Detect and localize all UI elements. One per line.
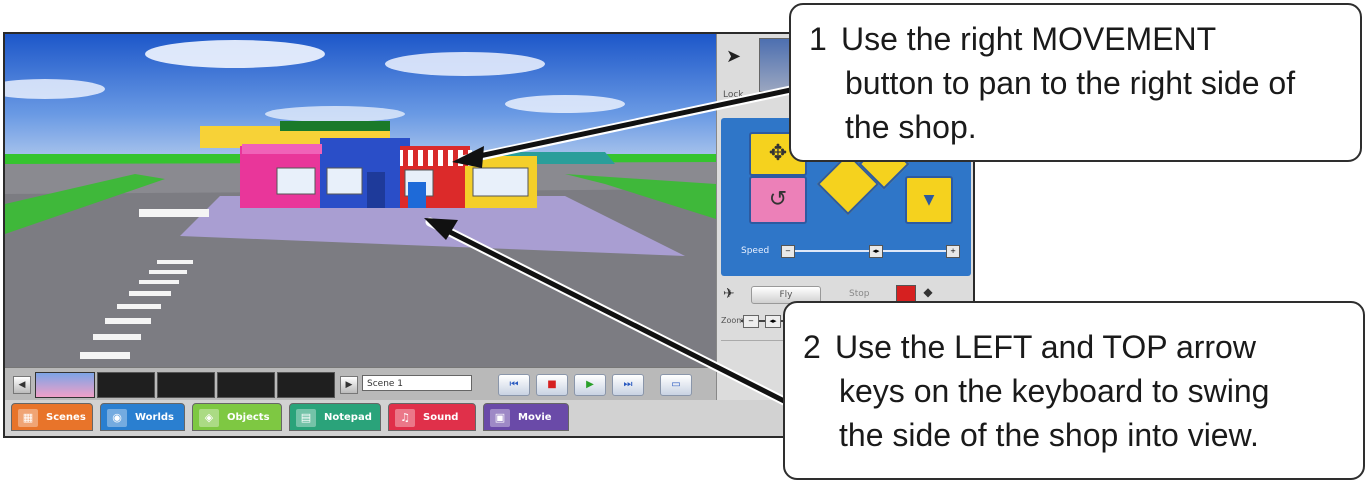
scene-thumbnail[interactable]	[35, 372, 95, 398]
skip-back-button[interactable]: ⏮	[498, 374, 530, 396]
rotate-pad-button[interactable]: ↺	[749, 176, 807, 224]
zoom-slider-handle[interactable]: ◂▸	[765, 315, 781, 328]
movie-icon: ▣	[490, 409, 510, 427]
rotate-icon: ↺	[768, 187, 788, 212]
speed-slider-handle[interactable]: ◂▸	[869, 245, 883, 258]
callout-number: 1	[809, 21, 827, 57]
scene-name-field[interactable]: Scene 1	[362, 375, 472, 391]
scene-prev-button[interactable]: ◀	[13, 376, 31, 394]
tab-label: Worlds	[135, 412, 175, 423]
tab-worlds[interactable]: ◉ Worlds	[100, 403, 185, 431]
lock-label: Lock	[723, 90, 744, 100]
tab-notepad[interactable]: ▤ Notepad	[289, 403, 381, 431]
pointer-icon[interactable]: ➤	[726, 48, 741, 66]
callout-line: button to pan to the right side of	[845, 65, 1296, 101]
callout-text: Use the LEFT and TOP arrow keys on the k…	[835, 325, 1368, 457]
speed-label: Speed	[741, 246, 770, 256]
tab-sound[interactable]: ♫ Sound	[388, 403, 476, 431]
skip-forward-button[interactable]: ⏭	[612, 374, 644, 396]
3d-viewport[interactable]	[5, 34, 716, 367]
callout-line: Use the LEFT and TOP arrow	[835, 329, 1256, 365]
scene-slot[interactable]	[157, 372, 215, 398]
scene-slot[interactable]	[277, 372, 335, 398]
camera-icon[interactable]: ◆	[918, 285, 938, 302]
right-movement-button[interactable]: ▼	[905, 176, 953, 224]
scene-next-button[interactable]: ▶	[340, 376, 358, 394]
callout-line: the side of the shop into view.	[839, 417, 1259, 453]
tab-label: Notepad	[324, 412, 372, 423]
callout-text: Use the right MOVEMENT button to pan to …	[841, 17, 1368, 149]
callout-line: the shop.	[845, 109, 977, 145]
callout-step-1: 1 Use the right MOVEMENT button to pan t…	[789, 3, 1362, 162]
sound-icon: ♫	[395, 409, 415, 427]
tab-label: Scenes	[46, 412, 86, 423]
callout-step-2: 2 Use the LEFT and TOP arrow keys on the…	[783, 301, 1365, 480]
tab-label: Movie	[518, 412, 552, 423]
play-button[interactable]: ▶	[574, 374, 606, 396]
tab-objects[interactable]: ◈ Objects	[192, 403, 282, 431]
scene-slot[interactable]	[97, 372, 155, 398]
tab-label: Objects	[227, 412, 270, 423]
worlds-icon: ◉	[107, 409, 127, 427]
triangle-down-icon: ▼	[923, 192, 935, 208]
callout-line: Use the right MOVEMENT	[841, 21, 1217, 57]
callout-line: keys on the keyboard to swing	[839, 373, 1270, 409]
move-arrows-icon: ✥	[768, 141, 788, 166]
callout-number: 2	[803, 329, 821, 365]
speed-minus-button[interactable]: −	[781, 245, 795, 258]
zoom-minus-button[interactable]: −	[743, 315, 759, 328]
tab-scenes[interactable]: ▦ Scenes	[11, 403, 93, 431]
tab-label: Sound	[423, 412, 459, 423]
scene-strip: ◀ ▶ Scene 1 ⏮ ■ ▶ ⏭ ▭	[5, 367, 716, 401]
stop-button[interactable]: Stop	[849, 286, 869, 302]
fullscreen-button[interactable]: ▭	[660, 374, 692, 396]
notepad-icon: ▤	[296, 409, 316, 427]
scenes-icon: ▦	[18, 409, 38, 427]
scene-slot[interactable]	[217, 372, 275, 398]
tab-movie[interactable]: ▣ Movie	[483, 403, 569, 431]
speed-slider-row: Speed − ◂▸ +	[741, 244, 960, 258]
scene-render	[5, 34, 716, 367]
stop-scene-button[interactable]: ■	[536, 374, 568, 396]
speed-plus-button[interactable]: +	[946, 245, 960, 258]
plane-icon: ✈	[723, 286, 735, 302]
objects-icon: ◈	[199, 409, 219, 427]
